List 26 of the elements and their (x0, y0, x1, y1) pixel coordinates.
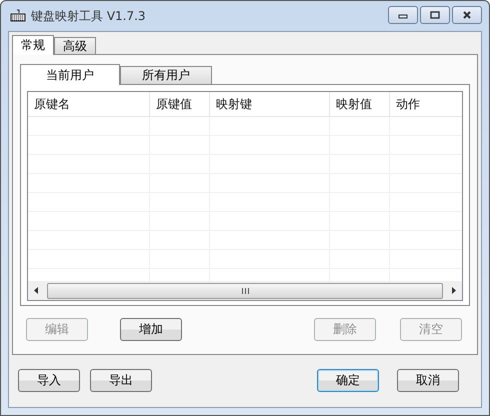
scrollbar-thumb[interactable] (47, 282, 443, 298)
action-button[interactable]: 增加 (120, 318, 182, 341)
keyboard-icon (10, 9, 26, 23)
scroll-right-icon[interactable] (451, 287, 456, 294)
horizontal-scrollbar[interactable] (28, 281, 462, 300)
dialog-button[interactable]: 导出 (90, 369, 152, 392)
maximize-icon (430, 11, 440, 19)
close-button[interactable] (452, 6, 482, 24)
scroll-left-icon[interactable] (34, 287, 39, 294)
dialog-button[interactable]: 取消 (397, 369, 459, 392)
column-header[interactable]: 原键名 (28, 92, 150, 116)
column-header[interactable]: 映射键 (210, 92, 330, 116)
window-title: 键盘映射工具 V1.7.3 (31, 8, 146, 24)
tab[interactable]: 所有用户 (120, 66, 212, 84)
grip-icon (242, 288, 248, 294)
dialog-button[interactable]: 导入 (18, 369, 80, 392)
dialog-button[interactable]: 确定 (317, 369, 379, 392)
column-header[interactable]: 原键值 (150, 92, 210, 116)
maximize-button[interactable] (420, 6, 450, 24)
column-header[interactable]: 动作 (390, 92, 462, 116)
tab[interactable]: 高级 (54, 37, 96, 54)
column-header[interactable]: 映射值 (330, 92, 390, 116)
minimize-button[interactable] (388, 6, 418, 24)
tab[interactable]: 当前用户 (20, 64, 120, 85)
tab[interactable]: 常规 (12, 35, 54, 55)
close-icon (462, 11, 472, 19)
